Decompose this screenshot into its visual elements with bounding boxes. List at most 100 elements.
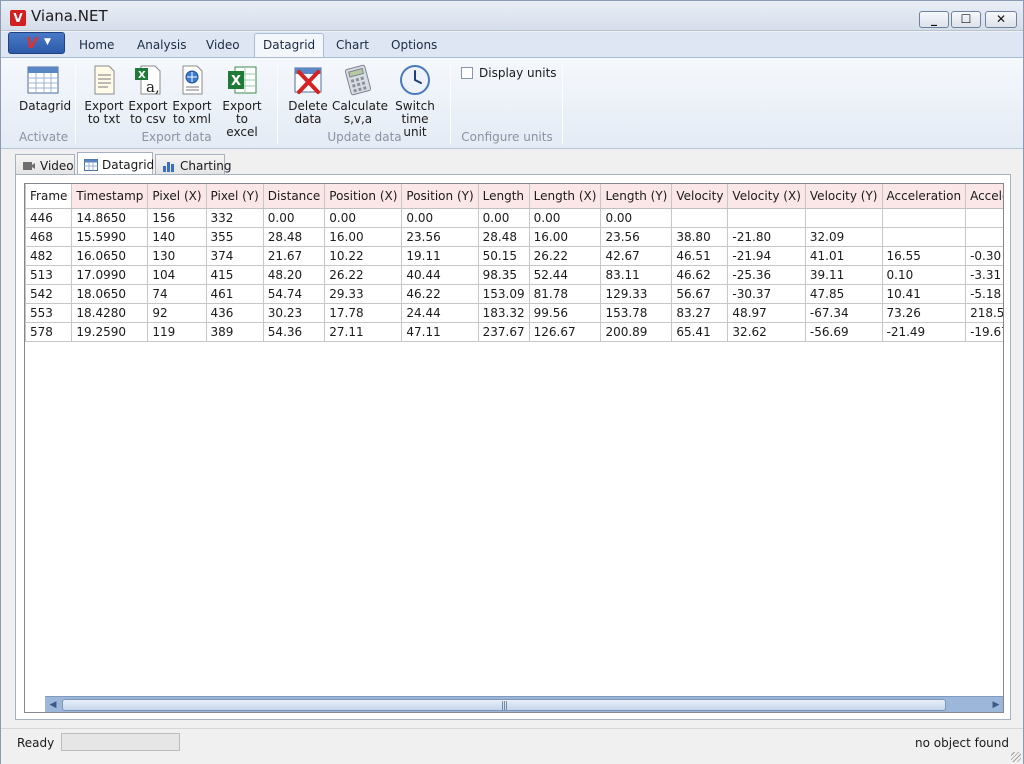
table-cell[interactable]: 0.00	[600, 208, 673, 228]
table-cell[interactable]: 513	[25, 265, 73, 285]
tab-video-view[interactable]: Video	[15, 154, 75, 175]
table-cell[interactable]: 355	[206, 227, 264, 247]
table-cell[interactable]	[882, 227, 967, 247]
table-cell[interactable]: 50.15	[478, 246, 530, 266]
table-cell[interactable]: 81.78	[529, 284, 602, 304]
app-menu-button[interactable]: V ▼	[8, 32, 65, 54]
table-cell[interactable]: -21.49	[882, 322, 967, 342]
table-cell[interactable]: 32.09	[805, 227, 883, 247]
table-cell[interactable]: 92	[147, 303, 207, 323]
table-cell[interactable]: 16.55	[882, 246, 967, 266]
table-cell[interactable]: 446	[25, 208, 73, 228]
column-header[interactable]: Pixel (Y)	[206, 184, 264, 209]
table-cell[interactable]: 578	[25, 322, 73, 342]
column-header[interactable]: Length	[478, 184, 530, 209]
table-cell[interactable]: 119	[147, 322, 207, 342]
table-cell[interactable]: 0.00	[401, 208, 479, 228]
table-cell[interactable]: 16.00	[529, 227, 602, 247]
table-cell[interactable]: 16.0650	[71, 246, 149, 266]
resize-grip-icon[interactable]	[1011, 752, 1021, 762]
table-cell[interactable]: -67.34	[805, 303, 883, 323]
table-cell[interactable]: 83.11	[600, 265, 673, 285]
export-csv-button[interactable]: X a, Export to csv	[128, 64, 168, 126]
table-cell[interactable]: 48.20	[263, 265, 326, 285]
table-cell[interactable]: 73.26	[882, 303, 967, 323]
table-row[interactable]: 513 17.0990 104 415 48.20 26.22 40.44 98.35 52.4…	[25, 265, 1003, 285]
horizontal-scrollbar[interactable]: ◀ ||| ▶	[45, 696, 1003, 712]
table-cell[interactable]: 19.11	[401, 246, 479, 266]
column-header[interactable]: Velocity (Y)	[805, 184, 883, 209]
table-cell[interactable]: -21.80	[727, 227, 806, 247]
table-cell[interactable]: 74	[147, 284, 207, 304]
table-cell[interactable]: -25.36	[727, 265, 806, 285]
table-cell[interactable]: -3.31	[965, 265, 1003, 285]
column-header[interactable]: Acceleration (X)	[965, 184, 1003, 209]
table-cell[interactable]: -21.94	[727, 246, 806, 266]
table-cell[interactable]: 16.00	[324, 227, 403, 247]
tab-datagrid[interactable]: Datagrid	[254, 33, 325, 58]
table-cell[interactable]: 47.85	[805, 284, 883, 304]
table-cell[interactable]: 104	[147, 265, 207, 285]
table-cell[interactable]: 99.56	[529, 303, 602, 323]
export-xml-button[interactable]: Export to xml	[172, 64, 212, 126]
column-header[interactable]: Length (X)	[529, 184, 602, 209]
table-cell[interactable]	[965, 208, 1003, 228]
table-cell[interactable]: 18.4280	[71, 303, 149, 323]
table-cell[interactable]: 332	[206, 208, 264, 228]
table-cell[interactable]: 41.01	[805, 246, 883, 266]
column-header[interactable]: Distance	[263, 184, 326, 209]
table-cell[interactable]: 98.35	[478, 265, 530, 285]
table-cell[interactable]: 542	[25, 284, 73, 304]
table-cell[interactable]: 0.00	[478, 208, 530, 228]
table-cell[interactable]: 23.56	[600, 227, 673, 247]
column-header[interactable]: Timestamp	[71, 184, 149, 209]
table-row[interactable]: 553 18.4280 92 436 30.23 17.78 24.44 183.32 99.5…	[25, 303, 1003, 323]
tab-datagrid-view[interactable]: Datagrid	[77, 152, 154, 175]
table-cell[interactable]: -5.18	[965, 284, 1003, 304]
table-cell[interactable]: 48.97	[727, 303, 806, 323]
table-row[interactable]: 446 14.8650 156 332 0.00 0.00 0.00 0.00 0.00 0.00	[25, 208, 1003, 228]
tab-video[interactable]: Video	[206, 36, 240, 54]
table-cell[interactable]: 553	[25, 303, 73, 323]
scrollbar-thumb[interactable]: |||	[62, 699, 946, 711]
table-cell[interactable]	[805, 208, 883, 228]
table-cell[interactable]: 415	[206, 265, 264, 285]
table-cell[interactable]: 436	[206, 303, 264, 323]
table-cell[interactable]: 14.8650	[71, 208, 149, 228]
table-row[interactable]: 542 18.0650 74 461 54.74 29.33 46.22 153.09 81.7…	[25, 284, 1003, 304]
table-cell[interactable]: 482	[25, 246, 73, 266]
column-header[interactable]: Acceleration	[882, 184, 967, 209]
tab-options[interactable]: Options	[391, 36, 437, 54]
table-cell[interactable]: 65.41	[671, 322, 729, 342]
table-cell[interactable]: 17.0990	[71, 265, 149, 285]
table-cell[interactable]: 140	[147, 227, 207, 247]
table-cell[interactable]: 28.48	[478, 227, 530, 247]
table-cell[interactable]	[727, 208, 806, 228]
table-cell[interactable]: 129.33	[600, 284, 673, 304]
table-cell[interactable]: 29.33	[324, 284, 403, 304]
column-header[interactable]: Length (Y)	[600, 184, 673, 209]
column-header[interactable]: Frame	[25, 184, 73, 209]
table-cell[interactable]: -19.67	[965, 322, 1003, 342]
table-cell[interactable]: -30.37	[727, 284, 806, 304]
table-cell[interactable]: 18.0650	[71, 284, 149, 304]
table-cell[interactable]: 237.67	[478, 322, 530, 342]
table-cell[interactable]	[965, 227, 1003, 247]
table-cell[interactable]: 15.5990	[71, 227, 149, 247]
table-cell[interactable]: 374	[206, 246, 264, 266]
scroll-left-icon[interactable]: ◀	[46, 699, 60, 712]
tab-analysis[interactable]: Analysis	[137, 36, 186, 54]
export-txt-button[interactable]: Export to txt	[84, 64, 124, 126]
table-cell[interactable]	[882, 208, 967, 228]
switch-time-unit-button[interactable]: Switch time unit	[388, 64, 442, 139]
table-cell[interactable]: 0.00	[263, 208, 326, 228]
column-header[interactable]: Position (Y)	[401, 184, 479, 209]
table-cell[interactable]: 42.67	[600, 246, 673, 266]
table-cell[interactable]: 52.44	[529, 265, 602, 285]
table-cell[interactable]: 46.51	[671, 246, 729, 266]
table-cell[interactable]: 26.22	[324, 265, 403, 285]
table-cell[interactable]: 10.41	[882, 284, 967, 304]
table-cell[interactable]: 54.74	[263, 284, 326, 304]
table-cell[interactable]: 24.44	[401, 303, 479, 323]
table-cell[interactable]: 153.78	[600, 303, 673, 323]
